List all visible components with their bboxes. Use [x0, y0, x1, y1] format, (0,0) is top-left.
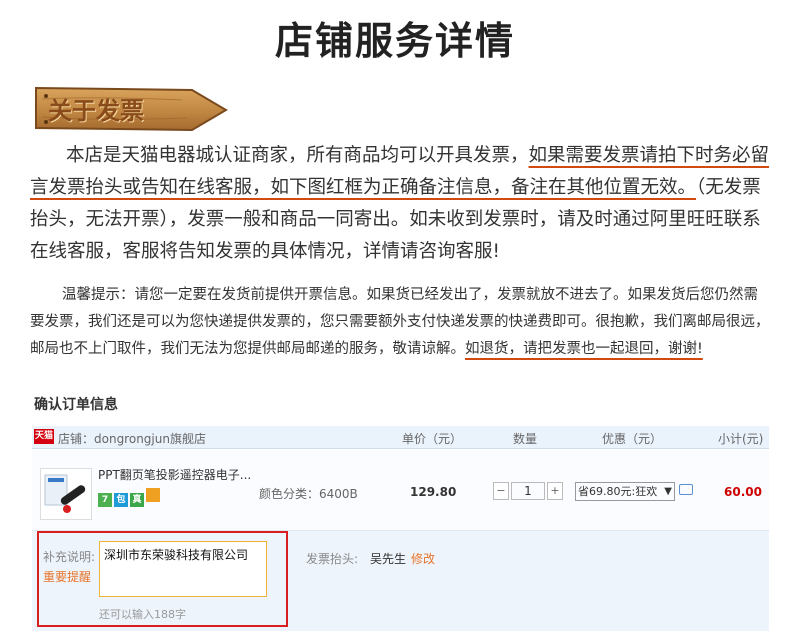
qty-input[interactable]: 1 [511, 482, 545, 500]
store-name[interactable]: 店铺：dongrongjun旗舰店 [58, 430, 206, 447]
tag-warranty: 包 [114, 493, 128, 507]
tag-genuine: 真 [130, 493, 144, 507]
page-title: 店铺服务详情 [274, 19, 515, 63]
qty-minus-button[interactable]: − [493, 482, 509, 500]
col-qty: 数量 [513, 432, 538, 446]
remark-warning: 重要提醒 [43, 570, 92, 584]
product-spec: 颜色分类：6400B [259, 487, 358, 501]
invoice-label: 发票抬头: [306, 552, 359, 566]
discount-select[interactable]: 省69.80元:狂欢 ▼ [575, 482, 675, 501]
subtotal: 60.00 [724, 485, 762, 499]
unit-price: 129.80 [410, 485, 457, 499]
intro-text-1: 本店是天猫电器城认证商家，所有商品均可以开具发票， [66, 145, 529, 166]
tip-highlight: 如退货，请把发票也一起退回，谢谢! [465, 341, 703, 357]
col-subtotal: 小计(元) [718, 432, 764, 446]
qty-plus-button[interactable]: + [547, 482, 563, 500]
remark-label: 补充说明: [43, 550, 96, 564]
service-tags: 7包真 [98, 488, 162, 507]
intro-paragraph: 本店是天猫电器城认证商家，所有商品均可以开具发票，如果需要发票请拍下时务必留言发… [30, 140, 770, 268]
chevron-down-icon: ▼ [664, 486, 672, 497]
col-discount: 优惠（元） [602, 432, 663, 446]
remark-textarea[interactable]: 深圳市东荣骏科技有限公司 [99, 541, 267, 597]
chat-icon[interactable] [679, 484, 693, 495]
card-icon [146, 488, 160, 502]
discount-value: 省69.80元:狂欢 [578, 485, 658, 498]
section-label: 关于发票 [48, 97, 144, 125]
invoice-title: 吴先生 [370, 552, 407, 566]
product-name[interactable]: PPT翻页笔投影遥控器电子... [98, 466, 258, 483]
remark-char-hint: 还可以输入188字 [99, 608, 186, 621]
intro-highlight-2: 备注在其他位置无效。 [511, 177, 697, 198]
product-row: PPT翻页笔投影遥控器电子... 7包真 颜色分类：6400B 129.80 −… [32, 450, 769, 531]
product-thumbnail[interactable] [40, 468, 92, 520]
tmall-icon: 天猫 [34, 429, 54, 444]
invoice-edit-link[interactable]: 修改 [411, 550, 435, 567]
confirm-order-title: 确认订单信息 [34, 397, 118, 413]
col-price: 单价（元） [402, 432, 463, 446]
tag-7day: 7 [98, 493, 112, 507]
tip-paragraph: 温馨提示：请您一定要在发货前提供开票信息。如果货已经发出了，发票就放不进去了。如… [30, 282, 770, 363]
order-table-header: 天猫 店铺：dongrongjun旗舰店 单价（元） 数量 优惠（元） 小计(元… [32, 426, 769, 449]
